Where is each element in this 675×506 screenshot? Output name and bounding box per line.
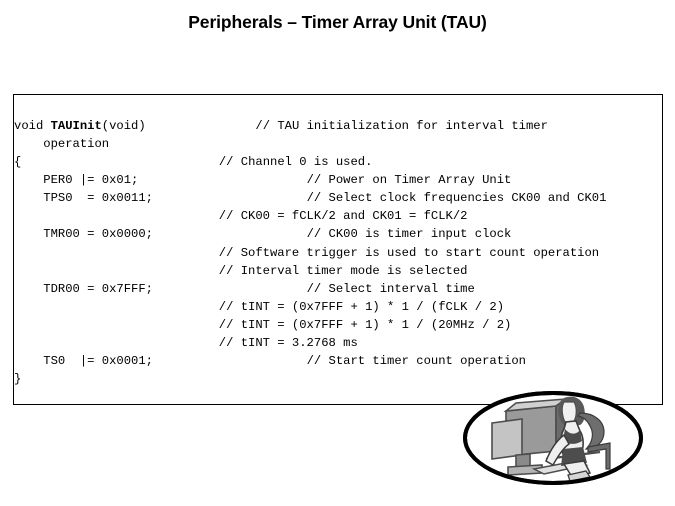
code-comment: // tINT = 3.2768 ms bbox=[218, 335, 358, 350]
logo-person-face bbox=[561, 401, 577, 423]
code-text: void bbox=[14, 119, 51, 134]
code-comment: // CK00 is timer input clock bbox=[306, 227, 512, 242]
code-text: } bbox=[14, 371, 22, 386]
code-text: TPS0 = 0x0011; bbox=[43, 191, 153, 206]
code-line: // tINT = (0x7FFF + 1) * 1 / (fCLK / 2) bbox=[14, 298, 662, 316]
code-line: PER0 |= 0x01; // Power on Timer Array Un… bbox=[14, 171, 662, 189]
page-title: Peripherals – Timer Array Unit (TAU) bbox=[188, 12, 487, 32]
code-line: } bbox=[14, 370, 662, 388]
code-line: TDR00 = 0x7FFF; // Select interval time bbox=[14, 280, 662, 298]
code-text: PER0 |= 0x01; bbox=[43, 173, 139, 188]
code-listing: void TAUInit(void) // TAU initialization… bbox=[14, 107, 662, 404]
code-line: // tINT = 3.2768 ms bbox=[14, 334, 662, 352]
code-comment: // TAU initialization for interval timer bbox=[255, 119, 548, 134]
code-comment: // Select interval time bbox=[306, 281, 475, 296]
code-text: TMR00 = 0x0000; bbox=[43, 227, 153, 242]
code-comment: // tINT = (0x7FFF + 1) * 1 / (fCLK / 2) bbox=[218, 299, 505, 314]
logo-monitor-screen bbox=[491, 418, 523, 460]
code-text: TDR00 = 0x7FFF; bbox=[43, 281, 153, 296]
code-line: void TAUInit(void) // TAU initialization… bbox=[14, 117, 662, 135]
code-text: operation bbox=[43, 137, 110, 152]
code-comment: // Software trigger is used to start cou… bbox=[218, 245, 600, 260]
code-line: { // Channel 0 is used. bbox=[14, 153, 662, 171]
code-text: TS0 |= 0x0001; bbox=[43, 353, 153, 368]
code-comment: // Power on Timer Array Unit bbox=[306, 173, 512, 188]
oval-workstation-logo bbox=[460, 389, 646, 487]
slide-canvas: Peripherals – Timer Array Unit (TAU) voi… bbox=[0, 0, 675, 506]
code-identifier: TAUInit bbox=[50, 119, 102, 134]
code-comment: // Channel 0 is used. bbox=[218, 155, 373, 170]
code-line: TMR00 = 0x0000; // CK00 is timer input c… bbox=[14, 225, 662, 243]
code-comment: // CK00 = fCLK/2 and CK01 = fCLK/2 bbox=[218, 209, 468, 224]
code-comment: // Select clock frequencies CK00 and CK0… bbox=[306, 191, 607, 206]
code-line: TPS0 = 0x0011; // Select clock frequenci… bbox=[14, 189, 662, 207]
code-line: // CK00 = fCLK/2 and CK01 = fCLK/2 bbox=[14, 207, 662, 225]
code-line: // Interval timer mode is selected bbox=[14, 262, 662, 280]
code-line: TS0 |= 0x0001; // Start timer count oper… bbox=[14, 352, 662, 370]
code-text: (void) bbox=[101, 119, 146, 134]
code-sample-box: void TAUInit(void) // TAU initialization… bbox=[13, 94, 663, 405]
code-line: // tINT = (0x7FFF + 1) * 1 / (20MHz / 2) bbox=[14, 316, 662, 334]
code-line: // Software trigger is used to start cou… bbox=[14, 244, 662, 262]
code-comment: // Start timer count operation bbox=[306, 353, 526, 368]
code-comment: // tINT = (0x7FFF + 1) * 1 / (20MHz / 2) bbox=[218, 317, 512, 332]
code-line: operation bbox=[14, 135, 662, 153]
code-comment: // Interval timer mode is selected bbox=[218, 263, 468, 278]
